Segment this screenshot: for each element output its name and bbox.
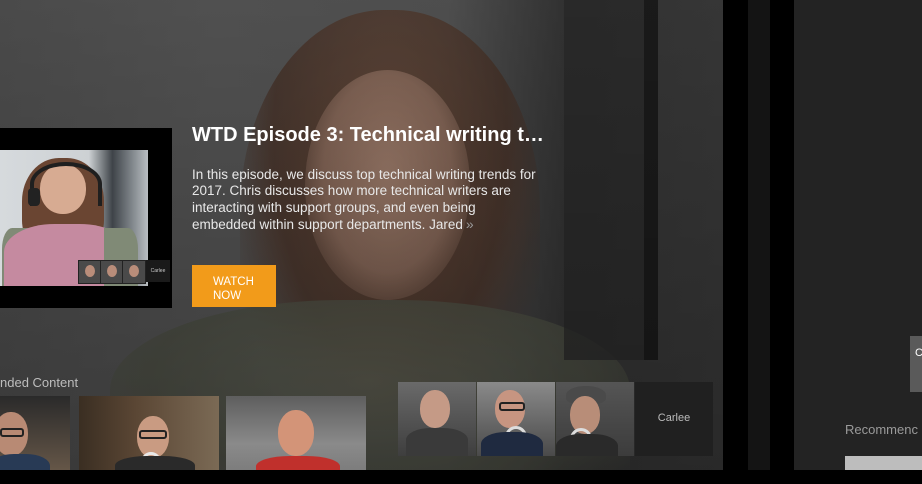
watch-now-label-line2: NOW xyxy=(213,290,242,302)
hero-panel: Carlee WTD Episode 3: Technical writing … xyxy=(0,0,723,470)
participant-cell-2 xyxy=(477,382,555,456)
next-hero-panel[interactable] xyxy=(794,0,922,470)
featured-thumbnail[interactable]: Carlee xyxy=(0,128,172,308)
participant-mini-3 xyxy=(122,260,146,284)
next-panel-edge[interactable]: C xyxy=(910,336,922,392)
recommended-tile-3[interactable] xyxy=(226,396,366,470)
watch-now-label-line1: WATCH xyxy=(213,276,254,288)
panel-divider xyxy=(748,0,770,470)
featured-title: WTD Episode 3: Technical writing t… xyxy=(192,124,544,146)
recommended-tile-2[interactable] xyxy=(79,396,219,470)
watch-now-button[interactable]: WATCH NOW xyxy=(192,265,276,307)
featured-description: In this episode, we discuss top technica… xyxy=(192,167,537,233)
featured-description-text: In this episode, we discuss top technica… xyxy=(192,167,536,232)
participant-mini-2 xyxy=(100,260,124,284)
recommended-section-label-right: Recommenc xyxy=(845,422,918,437)
participant-name-label: Carlee xyxy=(146,260,170,282)
headset-icon xyxy=(30,162,102,206)
participant-cell-3 xyxy=(556,382,634,456)
recommended-tile-right[interactable] xyxy=(845,456,922,470)
bottom-edge xyxy=(0,470,922,484)
participant-mini-1 xyxy=(78,260,102,284)
featured-thumbnail-image xyxy=(0,150,148,286)
participant-cell-1 xyxy=(398,382,476,456)
recommended-section-label: nded Content xyxy=(0,375,79,390)
recommended-tile-4[interactable]: Carlee xyxy=(398,382,714,462)
chevron-double-right-icon[interactable]: » xyxy=(466,216,474,232)
participant-name-cell: Carlee xyxy=(635,382,713,456)
recommended-tile-1[interactable] xyxy=(0,396,70,470)
